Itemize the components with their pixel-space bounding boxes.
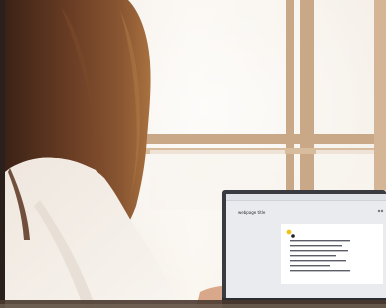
yellow-dot-icon [286,229,292,235]
browser-bar [226,194,386,200]
screen-page-title: webpage title [238,210,266,215]
menu-icon [377,209,381,213]
photo-scene: webpage title [0,0,386,308]
screen-dialog [281,224,383,284]
laptop [222,190,386,308]
photo-illustration [0,0,386,308]
left-edge [0,0,5,308]
